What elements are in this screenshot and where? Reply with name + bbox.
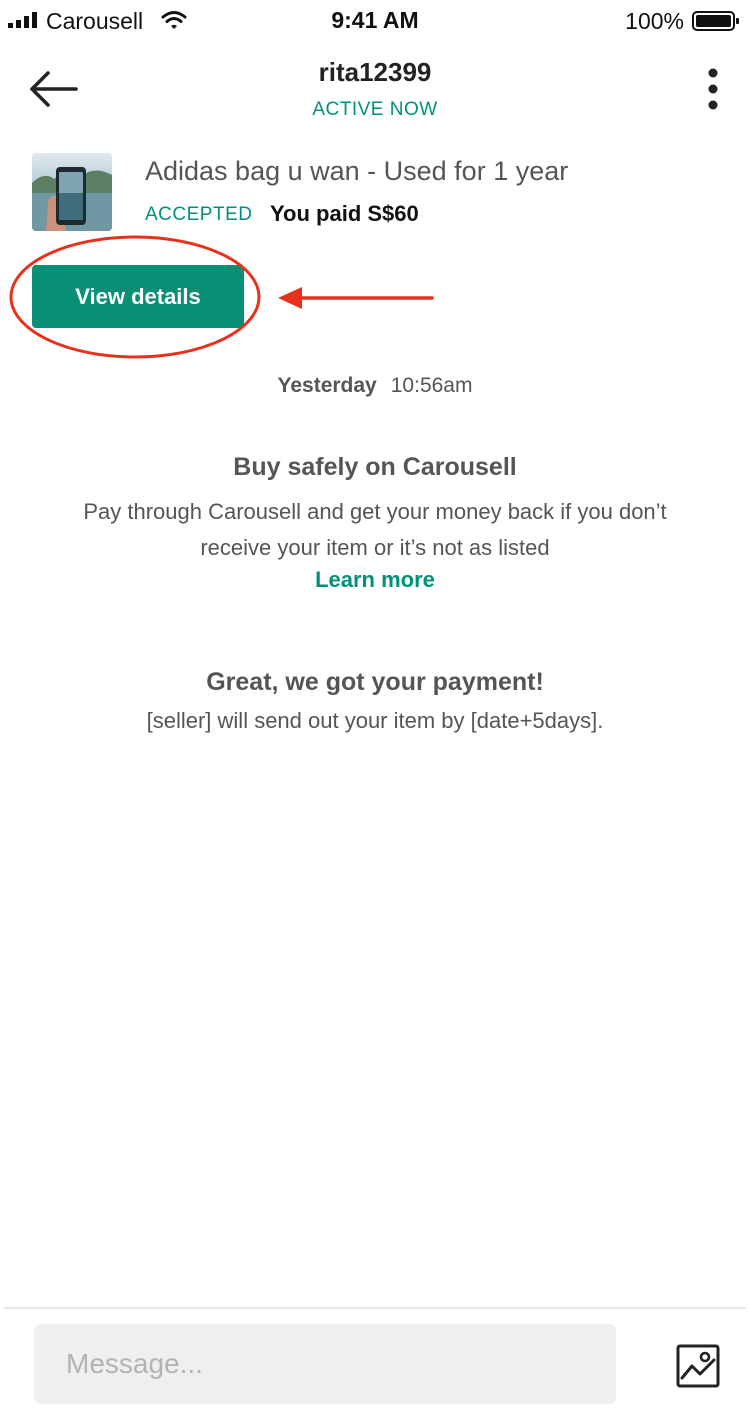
composer-divider: [4, 1307, 746, 1309]
safety-notice-body: Pay through Carousell and get your money…: [83, 499, 667, 560]
timestamp-day: Yesterday: [277, 374, 377, 397]
image-icon[interactable]: [676, 1344, 720, 1388]
more-vertical-icon[interactable]: [698, 64, 728, 114]
active-status: ACTIVE NOW: [312, 99, 438, 120]
view-details-button[interactable]: View details: [32, 265, 244, 328]
battery-icon: [692, 11, 739, 31]
status-bar: Carousell 9:41 AM 100%: [0, 0, 750, 42]
battery-percentage: 100%: [625, 8, 684, 34]
paid-amount: You paid S$60: [270, 201, 419, 226]
payment-confirmation-title: Great, we got your payment!: [206, 668, 544, 696]
timestamp-time: 10:56am: [390, 374, 473, 397]
offer-status-badge: ACCEPTED: [145, 204, 253, 225]
message-timestamp: Yesterday 10:56am: [0, 374, 750, 398]
listing-thumbnail[interactable]: [32, 153, 112, 231]
chat-username[interactable]: rita12399: [0, 57, 750, 88]
learn-more-link[interactable]: Learn more: [0, 567, 750, 593]
safety-notice-title: Buy safely on Carousell: [233, 453, 517, 481]
listing-title[interactable]: Adidas bag u wan - Used for 1 year: [145, 156, 568, 187]
chat-header: rita12399 ACTIVE NOW: [0, 42, 750, 142]
message-input[interactable]: [34, 1324, 616, 1404]
payment-confirmation-body: [seller] will send out your item by [dat…: [146, 708, 604, 733]
